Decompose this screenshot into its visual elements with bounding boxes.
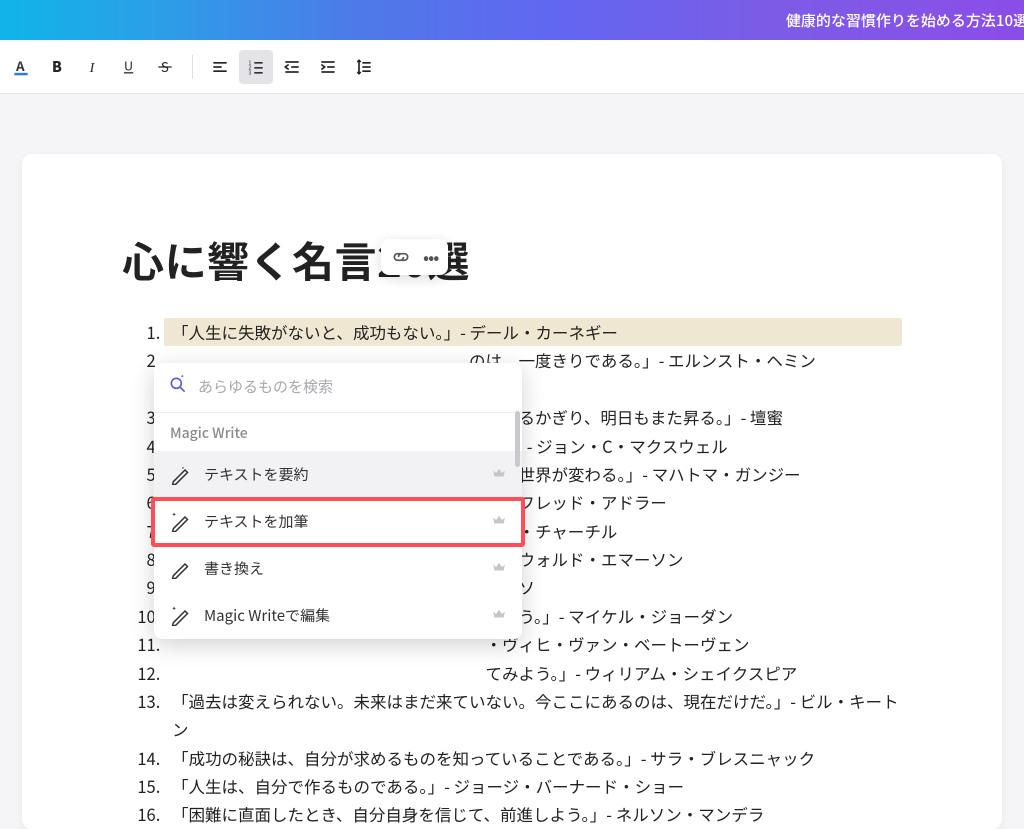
- toolbar-separator: [192, 55, 193, 79]
- item-label: Magic Writeで編集: [204, 605, 330, 626]
- font-color-button[interactable]: A: [4, 50, 38, 84]
- bold-button[interactable]: B: [40, 50, 74, 84]
- banner-text: 健康的な習慣作りを始める方法10選: [786, 10, 1024, 31]
- item-label: テキストを要約: [204, 464, 309, 485]
- text-toolbar: A B I U S 123: [0, 40, 1024, 94]
- crown-icon: [492, 511, 506, 532]
- svg-text:A: A: [15, 57, 25, 75]
- magic-expand[interactable]: テキストを加筆: [154, 498, 522, 545]
- svg-text:3: 3: [249, 69, 252, 76]
- panel-search-row: [154, 363, 522, 412]
- svg-text:B: B: [52, 57, 62, 77]
- magic-search-icon: [168, 375, 188, 400]
- indent-button[interactable]: [311, 50, 345, 84]
- list-item[interactable]: 「過去は変えられない。未来はまだ来ていない。今ここにあるのは、現在だけだ。」- …: [164, 687, 902, 744]
- list-item[interactable]: 「人生は、自分で作るものである。」- ジョージ・バーナード・ショー: [164, 772, 902, 800]
- promo-banner: 健康的な習慣作りを始める方法10選: [0, 0, 1024, 40]
- page-title[interactable]: 心に響く名言20選: [122, 229, 902, 290]
- list-item[interactable]: てみよう。」- ウィリアム・シェイクスピア: [164, 659, 902, 687]
- strikethrough-button[interactable]: S: [148, 50, 182, 84]
- search-input[interactable]: [198, 379, 508, 396]
- item-label: テキストを加筆: [204, 511, 309, 532]
- item-label: 書き換え: [204, 558, 264, 579]
- selection-toolbar[interactable]: •••: [381, 239, 448, 275]
- panel-section-label: Magic Write: [154, 412, 522, 451]
- outdent-button[interactable]: [275, 50, 309, 84]
- crown-icon: [492, 605, 506, 626]
- list-item[interactable]: 「人生に失敗がないと、成功もない。」- デール・カーネギー: [164, 318, 902, 346]
- italic-button[interactable]: I: [76, 50, 110, 84]
- underline-button[interactable]: U: [112, 50, 146, 84]
- panel-scrollbar[interactable]: [515, 411, 520, 467]
- svg-text:I: I: [89, 60, 96, 76]
- line-spacing-button[interactable]: [347, 50, 381, 84]
- magic-edit[interactable]: Magic Writeで編集: [154, 592, 522, 639]
- list-item[interactable]: 「困難に直面したとき、自分自身を信じて、前進しよう。」- ネルソン・マンデラ: [164, 800, 902, 828]
- crown-icon: [492, 464, 506, 485]
- more-icon[interactable]: •••: [423, 252, 438, 262]
- magic-summarize[interactable]: テキストを要約: [154, 451, 522, 498]
- magic-rewrite[interactable]: 書き換え: [154, 545, 522, 592]
- numbered-list-button[interactable]: 123: [239, 50, 273, 84]
- magic-write-panel[interactable]: Magic Write テキストを要約 テキストを加筆 書き換え Magic W…: [154, 363, 522, 639]
- crown-icon: [492, 558, 506, 579]
- link-icon[interactable]: [391, 245, 411, 269]
- svg-text:U: U: [124, 57, 133, 74]
- align-left-button[interactable]: [203, 50, 237, 84]
